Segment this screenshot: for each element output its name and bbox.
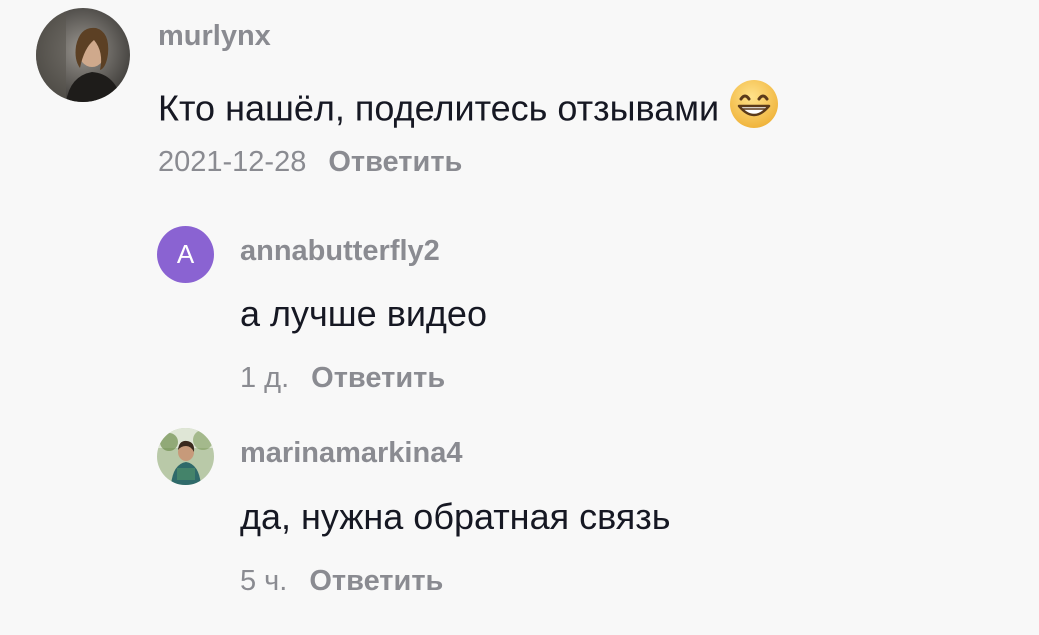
comment-meta: 5 ч. Ответить — [240, 567, 443, 596]
reply-button[interactable]: Ответить — [328, 146, 462, 178]
comment-username[interactable]: murlynx — [158, 22, 271, 51]
comment-text: да, нужна обратная связь — [240, 496, 671, 537]
comment-text: Кто нашёл, поделитесь отзывами — [158, 80, 779, 139]
avatar-murlynx[interactable] — [36, 8, 130, 102]
reply-button[interactable]: Ответить — [311, 362, 445, 394]
grinning-face-emoji-icon — [729, 79, 779, 135]
reply-button[interactable]: Ответить — [309, 565, 443, 597]
comment-username[interactable]: annabutterfly2 — [240, 237, 440, 266]
comment-timestamp: 1 д. — [240, 362, 290, 394]
avatar-letter: A — [176, 239, 195, 269]
avatar-annabutterfly2[interactable]: A — [157, 226, 214, 283]
comment-username[interactable]: marinamarkina4 — [240, 439, 462, 468]
comment-text: а лучше видео — [240, 293, 487, 334]
comment-meta: 2021-12-28 Ответить — [158, 148, 462, 177]
avatar-marinamarkina4[interactable] — [157, 428, 214, 485]
comment-timestamp: 2021-12-28 — [158, 146, 307, 178]
comment-timestamp: 5 ч. — [240, 565, 288, 597]
comment-meta: 1 д. Ответить — [240, 364, 445, 393]
comment-text-content: Кто нашёл, поделитесь отзывами — [158, 87, 720, 129]
